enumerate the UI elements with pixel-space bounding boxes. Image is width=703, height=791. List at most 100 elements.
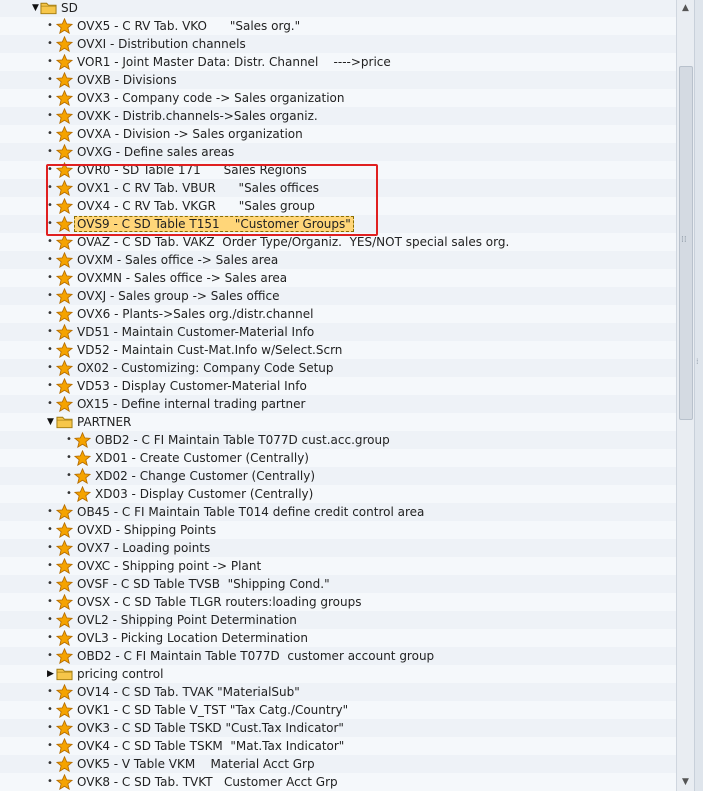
bullet-icon: •: [47, 110, 53, 121]
tree-node-label[interactable]: OVK8 - C SD Tab. TVKT Customer Acct Grp: [77, 773, 338, 791]
tree-item-row[interactable]: • OVL3 - Picking Location Determination: [0, 629, 676, 647]
tree-item-row[interactable]: • OVXK - Distrib.channels->Sales organiz.: [0, 107, 676, 125]
tree-node-label[interactable]: OVXA - Division -> Sales organization: [77, 125, 303, 143]
tree-item-row[interactable]: • VD51 - Maintain Customer-Material Info: [0, 323, 676, 341]
vertical-scrollbar[interactable]: ▲ ⁞⁞ ▼: [676, 0, 694, 791]
tree-node-label[interactable]: OVSX - C SD Table TLGR routers:loading g…: [77, 593, 361, 611]
tree-item-row[interactable]: • OVX5 - C RV Tab. VKO "Sales org.": [0, 17, 676, 35]
tree-node-label[interactable]: SD: [61, 0, 78, 17]
tree-node-label[interactable]: OVR0 - SD Table 171 Sales Regions: [77, 161, 307, 179]
tree-item-row[interactable]: • XD03 - Display Customer (Centrally): [0, 485, 676, 503]
tree-node-label[interactable]: OVX1 - C RV Tab. VBUR "Sales offices: [77, 179, 319, 197]
tree-node-label[interactable]: OVK5 - V Table VKM Material Acct Grp: [77, 755, 315, 773]
tree-item-row[interactable]: • OVX3 - Company code -> Sales organizati…: [0, 89, 676, 107]
scroll-down-icon[interactable]: ▼: [679, 776, 692, 789]
tree-item-row[interactable]: • OBD2 - C FI Maintain Table T077D cust.a…: [0, 431, 676, 449]
tree-item-row[interactable]: • OX15 - Define internal trading partner: [0, 395, 676, 413]
tree-node-label[interactable]: OVL2 - Shipping Point Determination: [77, 611, 297, 629]
tree-item-row[interactable]: • OVK8 - C SD Tab. TVKT Customer Acct Grp: [0, 773, 676, 791]
grip-icon: ⁞: [696, 357, 699, 366]
tree-node-label[interactable]: OVS9 - C SD Table T151 "Customer Groups": [74, 216, 354, 232]
tree-item-row[interactable]: • OBD2 - C FI Maintain Table T077D custom…: [0, 647, 676, 665]
favorite-star-icon: [55, 557, 74, 575]
tree-item-row[interactable]: • OVXM - Sales office -> Sales area: [0, 251, 676, 269]
tree-item-row[interactable]: • OX02 - Customizing: Company Code Setup: [0, 359, 676, 377]
tree-item-row[interactable]: • OVK3 - C SD Table TSKD "Cust.Tax Indica…: [0, 719, 676, 737]
tree-item-row[interactable]: • OVXI - Distribution channels: [0, 35, 676, 53]
tree-node-label[interactable]: VD51 - Maintain Customer-Material Info: [77, 323, 314, 341]
tree-node-label[interactable]: OVL3 - Picking Location Determination: [77, 629, 308, 647]
collapse-icon[interactable]: ▼: [32, 0, 39, 17]
tree-item-row[interactable]: • OVL2 - Shipping Point Determination: [0, 611, 676, 629]
tree-item-row[interactable]: • OVXG - Define sales areas: [0, 143, 676, 161]
tree-item-row[interactable]: • OVXB - Divisions: [0, 71, 676, 89]
tree-item-row[interactable]: • OVSX - C SD Table TLGR routers:loading …: [0, 593, 676, 611]
tree-node-label[interactable]: OX02 - Customizing: Company Code Setup: [77, 359, 334, 377]
tree-item-row[interactable]: • OVK1 - C SD Table V_TST "Tax Catg./Coun…: [0, 701, 676, 719]
expand-icon[interactable]: ▶: [47, 665, 54, 683]
tree-item-row[interactable]: • OVX6 - Plants->Sales org./distr.channel: [0, 305, 676, 323]
tree-node-label[interactable]: OVXM - Sales office -> Sales area: [77, 251, 278, 269]
tree-node-label[interactable]: pricing control: [77, 665, 163, 683]
tree-item-row[interactable]: • VD52 - Maintain Cust-Mat.Info w/Select.…: [0, 341, 676, 359]
bullet-icon: •: [47, 614, 53, 625]
tree-folder-row[interactable]: ▼ PARTNER: [0, 413, 676, 431]
tree-node-label[interactable]: OVXJ - Sales group -> Sales office: [77, 287, 279, 305]
tree-node-label[interactable]: OVAZ - C SD Tab. VAKZ Order Type/Organiz…: [77, 233, 509, 251]
scroll-up-icon[interactable]: ▲: [679, 2, 692, 15]
tree-node-label[interactable]: OX15 - Define internal trading partner: [77, 395, 305, 413]
tree-node-label[interactable]: OVXG - Define sales areas: [77, 143, 234, 161]
tree-item-row[interactable]: • OVAZ - C SD Tab. VAKZ Order Type/Organi…: [0, 233, 676, 251]
tree-item-row[interactable]: • OVK5 - V Table VKM Material Acct Grp: [0, 755, 676, 773]
tree-node-label[interactable]: OBD2 - C FI Maintain Table T077D custome…: [77, 647, 434, 665]
tree-item-row[interactable]: • XD02 - Change Customer (Centrally): [0, 467, 676, 485]
tree-node-label[interactable]: XD02 - Change Customer (Centrally): [95, 467, 315, 485]
tree-item-row[interactable]: • OVX7 - Loading points: [0, 539, 676, 557]
tree-item-row[interactable]: • XD01 - Create Customer (Centrally): [0, 449, 676, 467]
tree-item-row[interactable]: • OV14 - C SD Tab. TVAK "MaterialSub": [0, 683, 676, 701]
tree-item-row[interactable]: • OVSF - C SD Table TVSB "Shipping Cond.": [0, 575, 676, 593]
tree-node-label[interactable]: OVK3 - C SD Table TSKD "Cust.Tax Indicat…: [77, 719, 344, 737]
tree-node-label[interactable]: OVSF - C SD Table TVSB "Shipping Cond.": [77, 575, 330, 593]
tree-item-row[interactable]: • OVX4 - C RV Tab. VKGR "Sales group: [0, 197, 676, 215]
collapse-icon[interactable]: ▼: [47, 413, 54, 431]
tree-node-label[interactable]: OB45 - C FI Maintain Table T014 define c…: [77, 503, 424, 521]
tree-node-label[interactable]: OVX7 - Loading points: [77, 539, 210, 557]
tree-node-label[interactable]: OVXB - Divisions: [77, 71, 177, 89]
tree-node-label[interactable]: OBD2 - C FI Maintain Table T077D cust.ac…: [95, 431, 390, 449]
tree-item-row[interactable]: • OVR0 - SD Table 171 Sales Regions: [0, 161, 676, 179]
tree-item-row[interactable]: • OVXA - Division -> Sales organization: [0, 125, 676, 143]
tree-node-label[interactable]: OV14 - C SD Tab. TVAK "MaterialSub": [77, 683, 300, 701]
bullet-icon: •: [47, 686, 53, 697]
tree-item-row[interactable]: • OVXMN - Sales office -> Sales area: [0, 269, 676, 287]
tree-node-label[interactable]: OVXD - Shipping Points: [77, 521, 216, 539]
tree-item-row[interactable]: • VD53 - Display Customer-Material Info: [0, 377, 676, 395]
tree-node-label[interactable]: OVK1 - C SD Table V_TST "Tax Catg./Count…: [77, 701, 348, 719]
tree-node-label[interactable]: XD03 - Display Customer (Centrally): [95, 485, 313, 503]
tree-node-label[interactable]: XD01 - Create Customer (Centrally): [95, 449, 309, 467]
tree-node-label[interactable]: VD53 - Display Customer-Material Info: [77, 377, 307, 395]
tree-item-row[interactable]: • OVXD - Shipping Points: [0, 521, 676, 539]
tree-folder-row[interactable]: ▼ SD: [0, 0, 676, 17]
tree-node-label[interactable]: VD52 - Maintain Cust-Mat.Info w/Select.S…: [77, 341, 342, 359]
tree-item-row[interactable]: • OVS9 - C SD Table T151 "Customer Groups…: [0, 215, 676, 233]
tree-node-label[interactable]: PARTNER: [77, 413, 131, 431]
tree-item-row[interactable]: • OVXJ - Sales group -> Sales office: [0, 287, 676, 305]
tree-node-label[interactable]: VOR1 - Joint Master Data: Distr. Channel…: [77, 53, 391, 71]
tree-node-label[interactable]: OVX4 - C RV Tab. VKGR "Sales group: [77, 197, 315, 215]
tree-item-row[interactable]: • OVX1 - C RV Tab. VBUR "Sales offices: [0, 179, 676, 197]
tree-item-row[interactable]: • OVXC - Shipping point -> Plant: [0, 557, 676, 575]
tree-node-label[interactable]: OVX3 - Company code -> Sales organizatio…: [77, 89, 344, 107]
tree-node-label[interactable]: OVX6 - Plants->Sales org./distr.channel: [77, 305, 313, 323]
tree-node-label[interactable]: OVXC - Shipping point -> Plant: [77, 557, 261, 575]
tree-folder-row[interactable]: ▶ pricing control: [0, 665, 676, 683]
tree-node-label[interactable]: OVX5 - C RV Tab. VKO "Sales org.": [77, 17, 300, 35]
tree-node-label[interactable]: OVK4 - C SD Table TSKM "Mat.Tax Indicato…: [77, 737, 344, 755]
tree-item-row[interactable]: • VOR1 - Joint Master Data: Distr. Channe…: [0, 53, 676, 71]
tree-item-row[interactable]: • OB45 - C FI Maintain Table T014 define …: [0, 503, 676, 521]
splitter-handle[interactable]: ⁞: [694, 0, 703, 791]
tree-item-row[interactable]: • OVK4 - C SD Table TSKM "Mat.Tax Indicat…: [0, 737, 676, 755]
tree-node-label[interactable]: OVXI - Distribution channels: [77, 35, 246, 53]
tree-node-label[interactable]: OVXMN - Sales office -> Sales area: [77, 269, 287, 287]
tree-node-label[interactable]: OVXK - Distrib.channels->Sales organiz.: [77, 107, 318, 125]
